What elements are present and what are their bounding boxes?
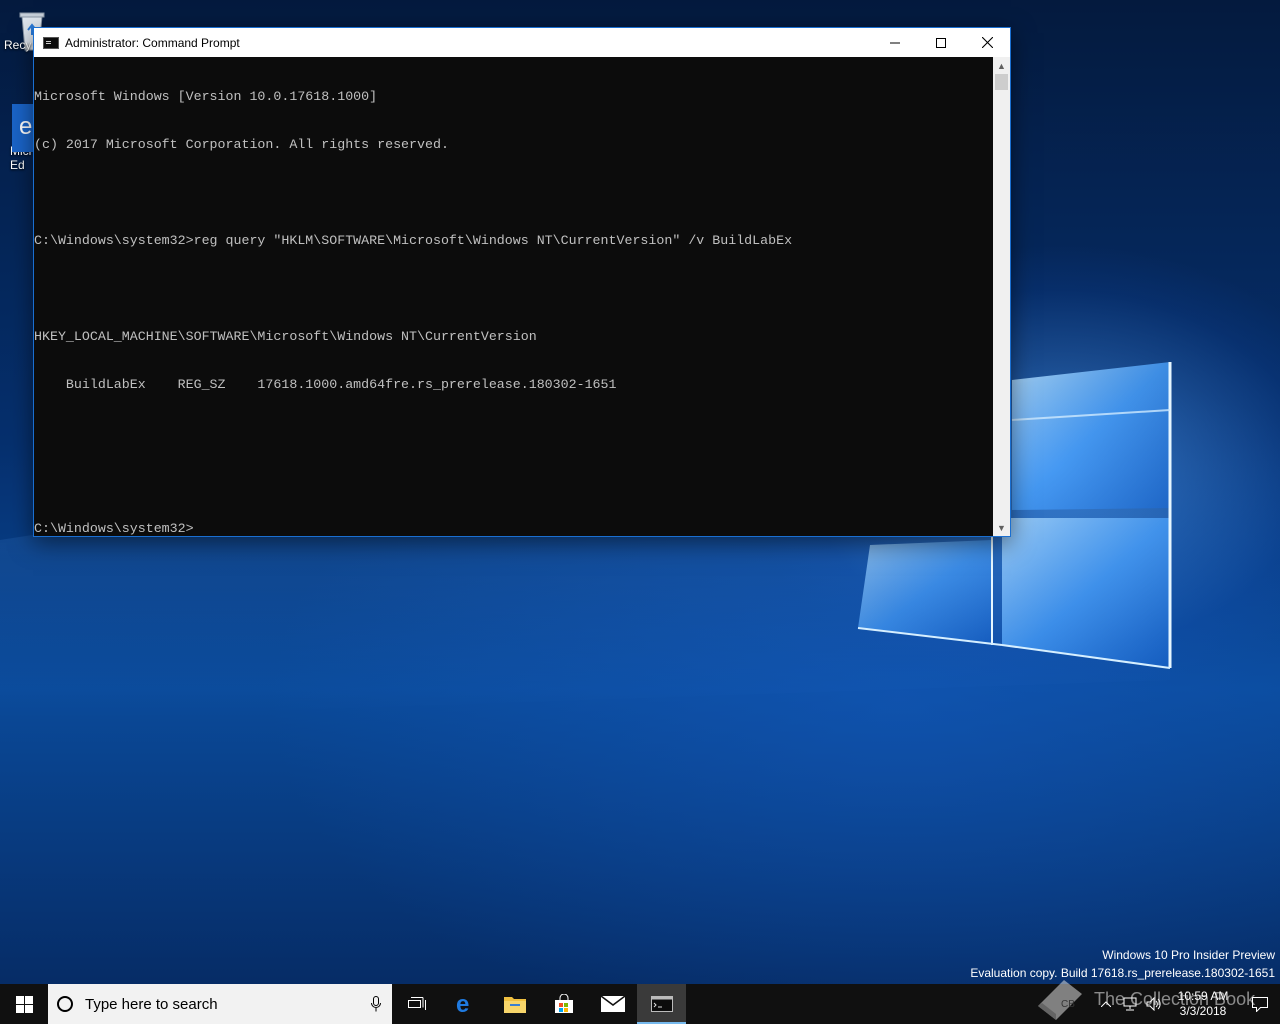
clock-date: 3/3/2018: [1179, 1004, 1227, 1018]
scroll-down-arrow-icon[interactable]: ▼: [993, 519, 1010, 536]
title-bar[interactable]: Administrator: Command Prompt: [34, 28, 1010, 57]
watermark-edition: Windows 10 Pro Insider Preview: [1102, 948, 1275, 962]
taskbar-search-box[interactable]: Type here to search: [48, 984, 392, 1024]
close-button[interactable]: [964, 28, 1010, 57]
vertical-scrollbar[interactable]: ▲ ▼: [993, 57, 1010, 536]
command-prompt-icon[interactable]: [43, 36, 59, 49]
minimize-icon: [890, 42, 900, 43]
svg-text:e: e: [19, 113, 32, 140]
task-view-icon: [407, 997, 426, 1010]
microphone-icon[interactable]: [360, 996, 392, 1012]
command-prompt-icon: [650, 996, 673, 1012]
search-placeholder: Type here to search: [85, 995, 218, 1013]
volume-icon[interactable]: [1142, 984, 1166, 1024]
show-hidden-icons-chevron-up-icon[interactable]: [1094, 984, 1118, 1024]
os-watermark: Windows 10 Pro Insider Preview Evaluatio…: [970, 946, 1275, 982]
task-view-button[interactable]: [392, 984, 441, 1024]
clock-time: 10:59 AM: [1177, 989, 1229, 1003]
edge-icon: e: [456, 993, 469, 1015]
action-center-button[interactable]: [1240, 984, 1280, 1024]
command-prompt-window[interactable]: Administrator: Command Prompt Microsoft …: [33, 27, 1011, 537]
window-title: Administrator: Command Prompt: [65, 35, 240, 50]
console-line: (c) 2017 Microsoft Corporation. All righ…: [34, 137, 449, 152]
console-line: BuildLabEx REG_SZ 17618.1000.amd64fre.rs…: [34, 377, 617, 392]
taskbar-command-prompt-button[interactable]: [637, 984, 686, 1024]
file-explorer-icon: [503, 997, 526, 1013]
maximize-button[interactable]: [918, 28, 964, 57]
taskbar-edge-button[interactable]: e: [441, 984, 490, 1024]
taskbar-mail-button[interactable]: [588, 984, 637, 1024]
watermark-build: Evaluation copy. Build 17618.rs_prerelea…: [970, 966, 1275, 980]
taskbar-store-button[interactable]: [539, 984, 588, 1024]
cortana-icon[interactable]: [57, 996, 73, 1012]
minimize-button[interactable]: [872, 28, 918, 57]
console-line: C:\Windows\system32>reg query "HKLM\SOFT…: [34, 233, 793, 248]
console-line: Microsoft Windows [Version 10.0.17618.10…: [34, 89, 378, 104]
mail-icon: [600, 996, 625, 1012]
store-icon: [554, 994, 573, 1013]
network-icon[interactable]: [1118, 984, 1142, 1024]
console-prompt-line: C:\Windows\system32>: [34, 521, 194, 536]
svg-text:e: e: [456, 993, 469, 1015]
close-icon: [981, 37, 993, 48]
console-output[interactable]: Microsoft Windows [Version 10.0.17618.10…: [34, 57, 994, 536]
start-button[interactable]: [0, 984, 48, 1024]
notifications-icon: [1252, 996, 1268, 1012]
taskbar-clock[interactable]: 10:59 AM 3/3/2018: [1166, 989, 1240, 1019]
maximize-icon: [936, 37, 946, 48]
scrollbar-thumb[interactable]: [995, 74, 1008, 90]
taskbar: Type here to search e 10:59 AM 3/3/2018: [0, 984, 1280, 1024]
taskbar-file-explorer-button[interactable]: [490, 984, 539, 1024]
windows-start-icon: [15, 995, 33, 1013]
console-line: HKEY_LOCAL_MACHINE\SOFTWARE\Microsoft\Wi…: [34, 329, 537, 344]
scroll-up-arrow-icon[interactable]: ▲: [993, 57, 1010, 74]
system-tray: 10:59 AM 3/3/2018: [1094, 984, 1280, 1024]
